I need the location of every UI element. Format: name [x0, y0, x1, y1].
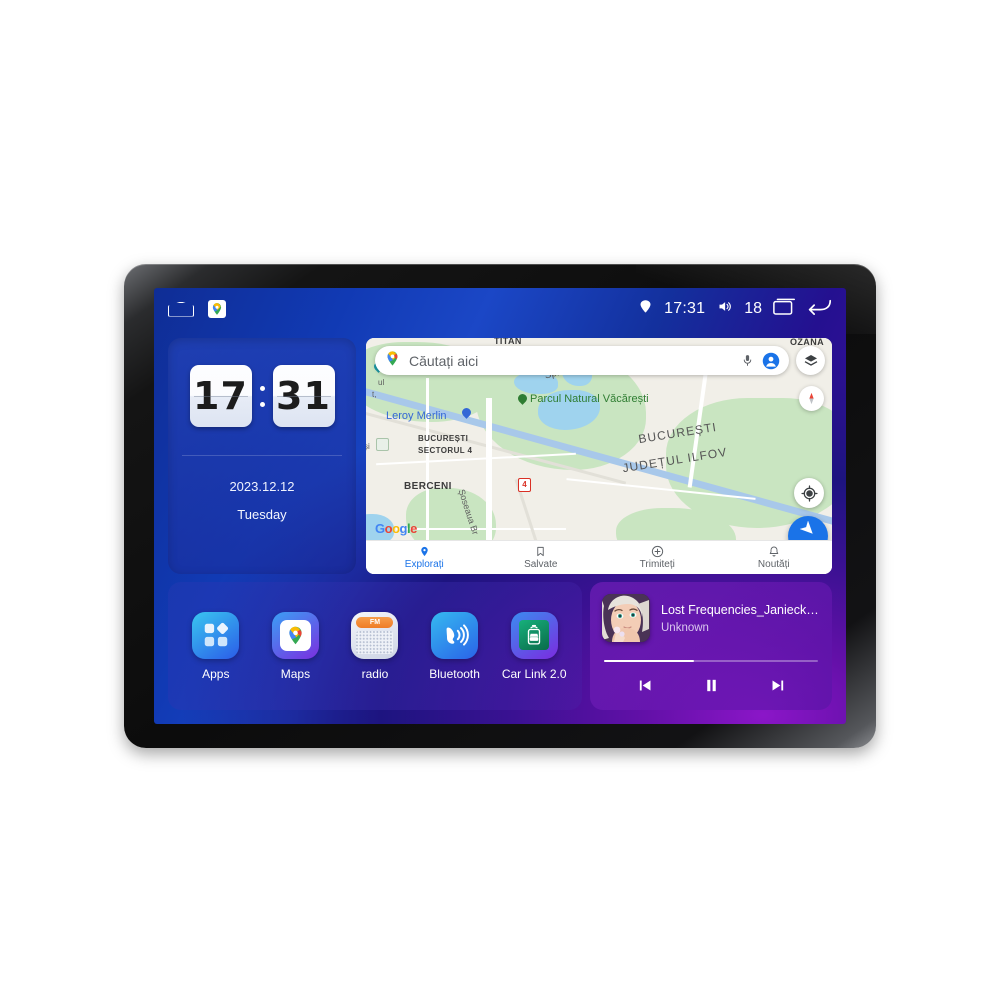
volume-icon[interactable]: [716, 299, 733, 319]
dock-app-maps[interactable]: Maps: [261, 611, 329, 681]
map-nav-explore-label: Explorați: [404, 559, 444, 570]
playback-progress-fill: [604, 660, 694, 662]
playback-progress-bar[interactable]: [604, 660, 818, 662]
status-time: 17:31: [664, 300, 706, 317]
map-nav-saved-label: Salvate: [524, 559, 558, 570]
road-shield: 4: [518, 478, 531, 492]
car-head-unit-device: 17:31 18 17 31 2023.12.12 Tuesday TITAN …: [124, 264, 876, 748]
dock-app-label: radio: [361, 666, 389, 681]
bluetooth-phone-icon: [431, 611, 479, 659]
location-indicator-icon: [638, 299, 653, 319]
google-attribution: Google: [375, 521, 417, 536]
map-nav-explore[interactable]: Explorați: [366, 545, 483, 570]
home-icon[interactable]: [168, 302, 194, 317]
clock-day: Tuesday: [237, 507, 287, 522]
music-player-widget[interactable]: Lost Frequencies_Janieck Devy-... Unknow…: [590, 582, 832, 710]
dock-app-bluetooth[interactable]: Bluetooth: [421, 611, 489, 681]
google-maps-icon[interactable]: [208, 300, 226, 318]
bell-icon: [768, 545, 780, 558]
home-screen: 17:31 18 17 31 2023.12.12 Tuesday TITAN …: [154, 288, 846, 724]
map-poi-marker: [376, 438, 389, 451]
dock-app-label: Maps: [280, 666, 311, 681]
volume-level: 18: [744, 300, 762, 317]
bookmark-icon: [535, 545, 546, 558]
layers-icon[interactable]: [796, 346, 825, 375]
dock-app-car-link[interactable]: Car Link 2.0: [500, 611, 568, 681]
dock-app-label: Bluetooth: [429, 666, 480, 681]
dock-app-radio[interactable]: FM radio: [341, 611, 409, 681]
fm-radio-icon: FM: [351, 611, 399, 659]
my-location-icon[interactable]: [794, 478, 824, 508]
clock-date: 2023.12.12: [229, 479, 295, 494]
recents-icon[interactable]: [773, 298, 796, 320]
clock-minutes: 31: [272, 365, 335, 427]
status-bar: 17:31 18: [154, 288, 846, 330]
map-search-bar[interactable]: Căutați aici: [375, 346, 789, 375]
map-nav-updates[interactable]: Noutăți: [716, 545, 833, 570]
flip-clock: 17 31: [168, 365, 356, 427]
map-bottom-nav: Explorați Salvate Trimiteți Noutăți: [366, 540, 832, 574]
contribute-plus-icon: [651, 545, 664, 558]
map-search-placeholder[interactable]: Căutați aici: [409, 353, 732, 369]
dock-app-label: Apps: [202, 666, 230, 681]
map-nav-updates-label: Noutăți: [757, 559, 790, 570]
dock-app-label: Car Link 2.0: [501, 666, 567, 681]
pause-button[interactable]: [698, 674, 724, 696]
playback-controls: [590, 674, 832, 696]
explore-pin-icon: [419, 545, 430, 558]
car-link-icon: [510, 611, 558, 659]
next-track-button[interactable]: [764, 674, 790, 696]
map-nav-contribute-label: Trimiteți: [639, 559, 675, 570]
back-icon[interactable]: [807, 298, 832, 320]
clock-colon: [258, 385, 267, 407]
fm-badge: FM: [369, 618, 381, 626]
maps-widget[interactable]: TITAN OZANA Unirii Splaiul Unirii Parcul…: [366, 338, 832, 574]
navigation-arrow-icon: [799, 520, 816, 542]
track-artist: Unknown: [661, 621, 709, 634]
apps-grid-icon: [192, 611, 240, 659]
map-nav-contribute[interactable]: Trimiteți: [599, 545, 716, 570]
widget-divider: [182, 455, 342, 456]
microphone-icon[interactable]: [738, 352, 756, 370]
maps-pin-icon: [384, 350, 401, 372]
account-avatar-icon[interactable]: [762, 352, 780, 370]
clock-widget[interactable]: 17 31 2023.12.12 Tuesday: [168, 338, 356, 574]
track-title: Lost Frequencies_Janieck Devy-...: [661, 602, 819, 617]
compass-icon[interactable]: [799, 386, 824, 411]
clock-hours: 17: [189, 365, 252, 427]
google-maps-icon: [271, 611, 319, 659]
map-nav-saved[interactable]: Salvate: [483, 545, 600, 570]
previous-track-button[interactable]: [632, 674, 658, 696]
album-art: [602, 594, 650, 642]
dock-app-apps[interactable]: Apps: [182, 611, 250, 681]
app-dock: Apps Maps FM radio Bluetooth Car Link 2.…: [168, 582, 582, 710]
